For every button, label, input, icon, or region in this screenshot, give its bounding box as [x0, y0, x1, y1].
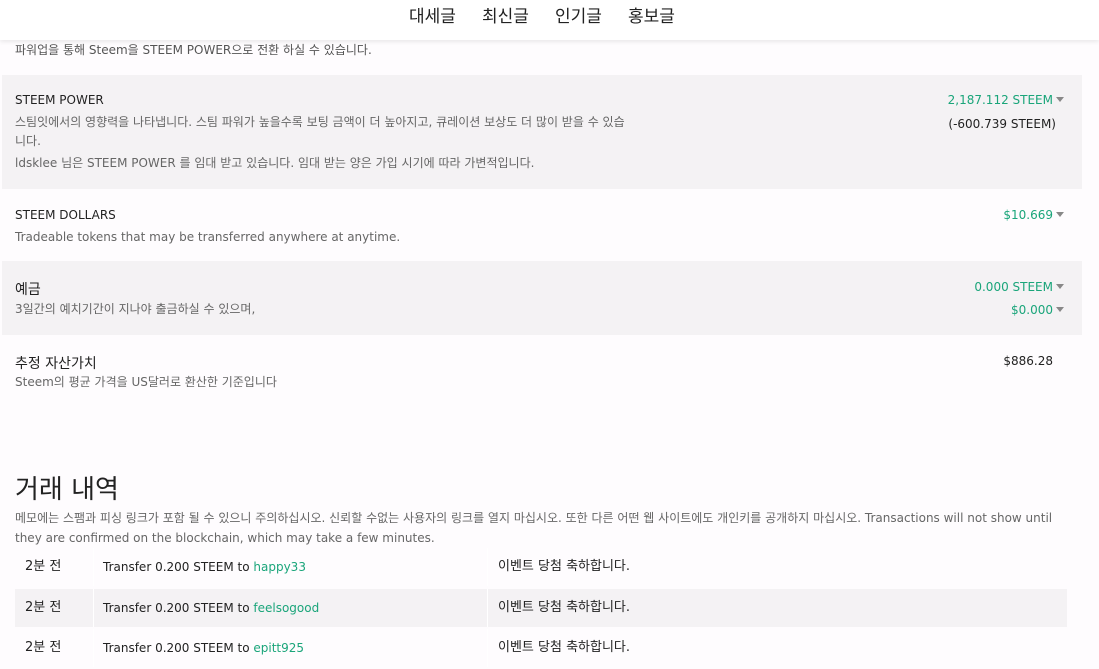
steem-dollars-amount: $10.669: [1003, 208, 1053, 222]
estimated-value-title: 추정 자산가치: [15, 356, 97, 372]
transaction-text: Transfer 0.200 STEEM to: [103, 641, 250, 655]
steem-power-desc-1: 스팀잇에서의 영향력을 나타냅니다. 스팀 파워가 높을수록 보팅 금액이 더 …: [15, 115, 625, 129]
steem-power-amount: 2,187.112 STEEM: [947, 93, 1053, 107]
nav-link-hot[interactable]: 인기글: [555, 2, 602, 27]
savings-sbd-dropdown[interactable]: $0.000: [1011, 303, 1064, 317]
nav-link-promoted[interactable]: 홍보글: [628, 2, 675, 27]
transaction-history-warning: 메모에는 스팸과 피싱 링크가 포함 될 수 있으니 주의하십시오. 신뢰할 수…: [15, 511, 1053, 545]
recipient-link[interactable]: epitt925: [253, 641, 304, 655]
savings-sbd-amount: $0.000: [1011, 303, 1053, 317]
steem-dollars-row: STEEM DOLLARS Tradeable tokens that may …: [2, 189, 1082, 261]
steem-power-amount-dropdown[interactable]: 2,187.112 STEEM: [948, 93, 1064, 107]
estimated-value-row: 추정 자산가치 Steem의 평균 가격을 US달러로 환산한 기준입니다 $8…: [2, 335, 1082, 407]
steem-dollars-amount-dropdown[interactable]: $10.669: [1003, 208, 1064, 222]
estimated-value-desc: Steem의 평균 가격을 US달러로 환산한 기준입니다: [15, 375, 277, 389]
savings-steem-dropdown[interactable]: 0.000 STEEM: [974, 280, 1064, 294]
savings-steem-amount: 0.000 STEEM: [974, 280, 1053, 294]
steem-power-delegation-note: ldsklee 님은 STEEM POWER 를 임대 받고 있습니다. 임대 …: [15, 156, 535, 170]
steem-dollars-title: STEEM DOLLARS: [15, 208, 116, 222]
recipient-link[interactable]: happy33: [253, 560, 306, 574]
steem-dollars-desc: Tradeable tokens that may be transferred…: [15, 230, 401, 244]
transaction-description: Transfer 0.200 STEEM to epitt925: [103, 629, 304, 667]
transaction-description: Transfer 0.200 STEEM to feelsogood: [103, 589, 319, 627]
table-row: 2분 전 Transfer 0.200 STEEM to happy33 이벤트…: [15, 548, 1067, 586]
table-row: 2분 전 Transfer 0.200 STEEM to epitt925 이벤…: [15, 629, 1067, 667]
savings-row: 예금 3일간의 예치기간이 지나야 출금하실 수 있으며, 0.000 STEE…: [2, 261, 1082, 335]
transaction-memo: 이벤트 당첨 축하합니다.: [498, 640, 630, 655]
transaction-memo: 이벤트 당첨 축하합니다.: [498, 600, 630, 615]
recipient-link[interactable]: feelsogood: [253, 601, 319, 615]
transaction-history-heading: 거래 내역: [15, 475, 119, 505]
nav-link-new[interactable]: 최신글: [482, 2, 529, 27]
caret-down-icon: [1056, 307, 1064, 312]
table-row: 2분 전 Transfer 0.200 STEEM to feelsogood …: [15, 589, 1067, 627]
transaction-description: Transfer 0.200 STEEM to happy33: [103, 548, 306, 586]
caret-down-icon: [1056, 212, 1064, 217]
steem-power-title: STEEM POWER: [15, 93, 104, 107]
transaction-time: 2분 전: [25, 559, 62, 574]
power-up-intro: 파워업을 통해 Steem을 STEEM POWER으로 전환 하실 수 있습니…: [15, 43, 372, 57]
top-navigation: 대세글 최신글 인기글 홍보글: [0, 0, 1099, 40]
transaction-text: Transfer 0.200 STEEM to: [103, 601, 250, 615]
caret-down-icon: [1056, 284, 1064, 289]
caret-down-icon: [1056, 97, 1064, 102]
steem-power-row: STEEM POWER 스팀잇에서의 영향력을 나타냅니다. 스팀 파워가 높을…: [2, 75, 1082, 189]
savings-title: 예금: [15, 282, 41, 298]
nav-link-trending[interactable]: 대세글: [409, 2, 456, 27]
transaction-text: Transfer 0.200 STEEM to: [103, 560, 250, 574]
steem-power-delegated: (-600.739 STEEM): [948, 117, 1056, 131]
transaction-memo: 이벤트 당첨 축하합니다.: [498, 559, 630, 574]
savings-desc: 3일간의 예치기간이 지나야 출금하실 수 있으며,: [15, 302, 256, 316]
transaction-time: 2분 전: [25, 640, 62, 655]
steem-power-desc-2: 니다.: [15, 134, 41, 148]
transaction-time: 2분 전: [25, 600, 62, 615]
estimated-value-amount: $886.28: [1003, 354, 1053, 368]
